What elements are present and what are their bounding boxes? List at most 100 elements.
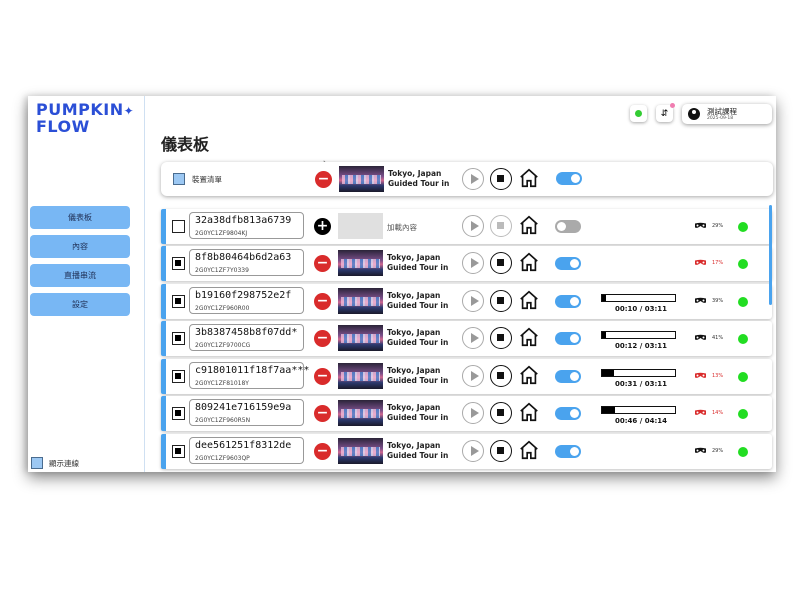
battery-percent: 14% [712,410,724,416]
home-icon[interactable] [518,401,540,423]
playback-progress[interactable] [601,369,676,377]
video-title: Tokyo, Japan Guided Tour in [387,328,449,347]
vr-headset-icon [695,409,706,415]
avatar-icon [688,108,700,120]
nav-settings[interactable]: 設定 [30,293,130,316]
online-status-icon [738,259,748,269]
load-content-label: 加載內容 [387,223,417,232]
device-toggle[interactable] [555,407,581,420]
sort-button[interactable]: ⇵ [656,103,675,122]
home-icon[interactable] [518,251,540,273]
device-toggle[interactable] [555,332,581,345]
home-all-icon[interactable] [518,167,540,189]
play-button[interactable] [462,290,484,312]
remove-content-button[interactable]: − [314,368,331,385]
device-checkbox[interactable] [172,370,185,383]
device-id-box: dee561251f8312de 2G0YC1ZF9603QP [189,437,304,464]
device-checkbox[interactable] [172,295,185,308]
stop-all-button[interactable] [490,168,512,190]
device-row: 8f8b80464b6d2a63 2G0YC1ZF7Y0339 − Tokyo, Ja… [161,246,772,281]
stop-button[interactable] [490,402,512,424]
device-id-box: 32a38dfb813a6739 2G0YC1ZF9804KJ [189,212,304,239]
master-toggle[interactable] [556,172,582,185]
nav-dashboard[interactable]: 儀表板 [30,206,130,229]
play-button[interactable] [462,252,484,274]
battery-percent: 29% [712,223,724,229]
online-status-icon [738,222,748,232]
device-id-box: c91801011f18f7aa*** 2G0YC1ZF81018Y [189,362,309,389]
remove-content-button[interactable]: − [314,255,331,272]
stop-button[interactable] [490,290,512,312]
add-content-button[interactable]: + [314,218,331,235]
online-status-icon [738,372,748,382]
vr-headset-icon [695,222,706,228]
stop-button[interactable] [490,327,512,349]
battery-percent: 41% [712,335,724,341]
nav-live-stream[interactable]: 直播串流 [30,264,130,287]
device-row: 32a38dfb813a6739 2G0YC1ZF9804KJ + 加載內容 29% [161,209,772,244]
stop-button[interactable] [490,365,512,387]
device-id: c91801011f18f7aa*** [195,365,310,376]
device-checkbox[interactable] [172,220,185,233]
device-toggle[interactable] [555,295,581,308]
home-icon[interactable] [518,364,540,386]
logo: PUMPKIN✦ FLOW [36,102,134,135]
playback-progress[interactable] [601,294,676,302]
home-icon[interactable] [518,326,540,348]
progress-fill [602,370,614,376]
device-toggle[interactable] [555,370,581,383]
device-checkbox[interactable] [172,257,185,270]
remove-content-button[interactable]: − [314,330,331,347]
video-thumbnail [338,438,383,464]
home-icon[interactable] [518,439,540,461]
user-menu[interactable]: 測試課程 2025-09-18 [682,104,772,124]
stop-button[interactable] [490,252,512,274]
scrollbar[interactable] [769,205,772,305]
device-checkbox[interactable] [172,445,185,458]
device-list-label: 裝置清單 [192,175,222,184]
play-button[interactable] [462,215,484,237]
play-all-button[interactable] [462,168,484,190]
row-accent [161,359,166,394]
remove-content-button[interactable]: − [314,405,331,422]
device-serial: 2G0YC1ZF81018Y [195,380,249,387]
row-accent [161,396,166,431]
home-icon[interactable] [518,214,540,236]
show-connection-checkbox[interactable] [31,457,43,469]
device-checkbox[interactable] [172,407,185,420]
stop-button[interactable] [490,215,512,237]
device-toggle[interactable] [555,220,581,233]
device-id-box: 3b8387458b8f07dd* 2G0YC1ZF9700CG [189,324,304,351]
remove-all-button[interactable]: − [315,171,332,188]
battery-percent: 39% [712,298,724,304]
play-button[interactable] [462,365,484,387]
playback-time: 00:46 / 04:14 [615,417,667,425]
logo-star-icon: ✦ [123,104,135,118]
remove-content-button[interactable]: − [314,293,331,310]
play-button[interactable] [462,440,484,462]
video-thumbnail [338,363,383,389]
show-connection-toggle[interactable]: 顯示連線 [31,457,79,469]
vr-headset-icon [695,259,706,265]
nav-content[interactable]: 內容 [30,235,130,258]
play-button[interactable] [462,402,484,424]
video-title: Tokyo, Japan Guided Tour in [387,366,449,385]
device-row: 3b8387458b8f07dd* 2G0YC1ZF9700CG − Tokyo, J… [161,321,772,356]
remove-content-button[interactable]: − [314,443,331,460]
home-icon[interactable] [518,289,540,311]
row-accent [161,321,166,356]
device-toggle[interactable] [555,445,581,458]
playback-progress[interactable] [601,406,676,414]
play-button[interactable] [462,327,484,349]
device-row: 809241e716159e9a 2G0YC1ZF960R5N − Tokyo, Ja… [161,396,772,431]
stop-button[interactable] [490,440,512,462]
select-all-checkbox[interactable] [173,173,185,185]
playback-progress[interactable] [601,331,676,339]
device-row: c91801011f18f7aa*** 2G0YC1ZF81018Y − Tokyo,… [161,359,772,394]
device-toggle[interactable] [555,257,581,270]
status-indicator[interactable] [630,105,647,122]
device-id: 32a38dfb813a6739 [195,215,292,226]
device-checkbox[interactable] [172,332,185,345]
logo-text-bottom: FLOW [36,117,90,136]
empty-thumbnail [338,213,383,239]
